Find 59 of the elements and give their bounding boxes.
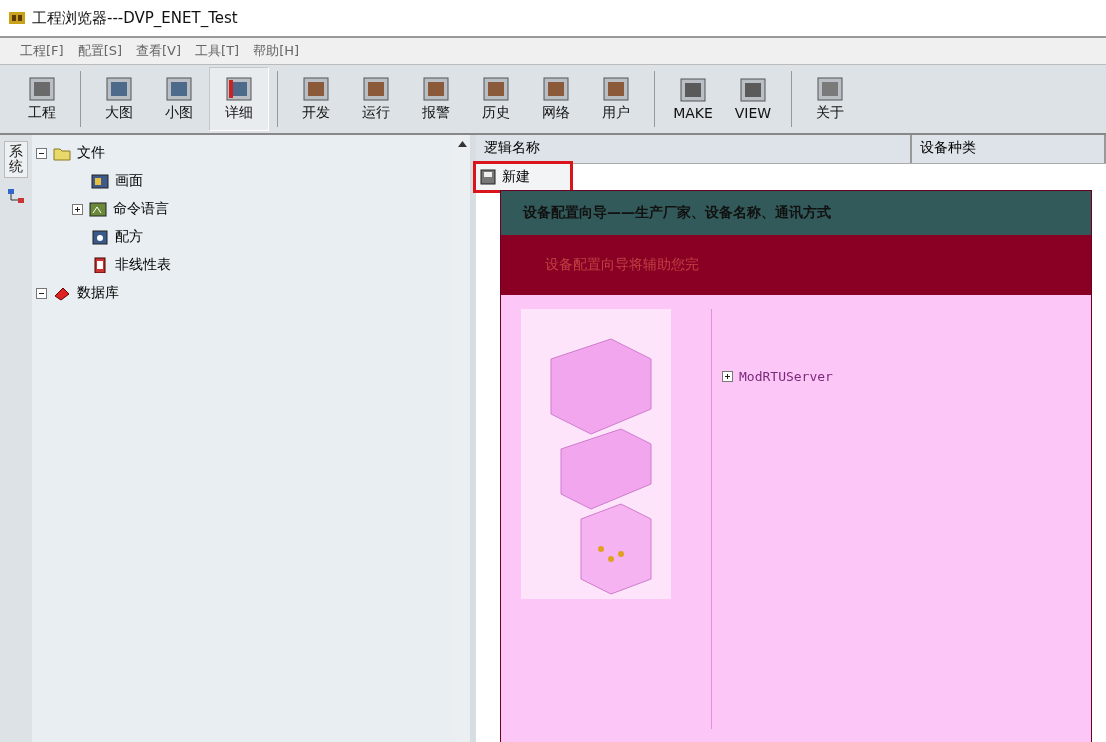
tile-icon (817, 76, 843, 101)
scroll-up-arrow-icon (457, 141, 467, 147)
command-icon (89, 201, 107, 217)
menu-item[interactable]: 工具[T] (195, 42, 240, 60)
dialog-title: 设备配置向导——生产厂家、设备名称、通讯方式 (523, 204, 831, 222)
menu-item[interactable]: 帮助[H] (253, 42, 300, 60)
toolbar-button[interactable]: MAKE (663, 67, 723, 131)
list-row[interactable]: 新建 (476, 164, 570, 190)
recipe-icon (91, 229, 109, 245)
network-icon (7, 187, 25, 204)
window-title: 工程浏览器---DVP_ENET_Test (32, 8, 238, 28)
tree-item[interactable]: 数据库 (77, 284, 119, 302)
menu-item[interactable]: 工程[F] (20, 42, 64, 60)
toolbar-button[interactable]: 网络 (526, 67, 586, 131)
toolbar-button[interactable]: 小图 (149, 67, 209, 131)
tile-icon (680, 77, 706, 102)
tree-item[interactable]: ModRTUServer (739, 369, 833, 384)
tree-item[interactable]: 命令语言 (113, 200, 169, 218)
column-header[interactable]: 设备种类 (912, 135, 1106, 163)
tile-icon (363, 76, 389, 101)
tree-item[interactable]: 文件 (77, 144, 105, 162)
toolbar-button[interactable]: 运行 (346, 67, 406, 131)
toolbar-button[interactable]: 历史 (466, 67, 526, 131)
tile-icon (226, 76, 252, 101)
collapse-icon[interactable] (36, 147, 47, 159)
table-icon (91, 257, 109, 273)
tile-icon (106, 76, 132, 101)
toolbar-button[interactable]: 报警 (406, 67, 466, 131)
tile-icon (303, 76, 329, 101)
toolbar-button[interactable]: VIEW (723, 67, 783, 131)
tile-icon (423, 76, 449, 101)
tile-icon (483, 76, 509, 101)
intro-text: 设备配置向导将辅助您完 (501, 235, 1091, 295)
tile-icon (543, 76, 569, 101)
scrollbar[interactable] (454, 135, 470, 742)
toolbar-button[interactable]: 详细 (209, 67, 269, 131)
side-tab[interactable]: 系统 (4, 141, 28, 178)
app-icon (8, 10, 26, 26)
toolbar-button[interactable]: 大图 (89, 67, 149, 131)
tile-icon (603, 76, 629, 101)
tile-icon (166, 76, 192, 101)
tile-icon (29, 76, 55, 101)
tree-item[interactable]: 配方 (115, 228, 143, 246)
menu-item[interactable]: 查看[V] (136, 42, 182, 60)
expand-icon[interactable] (72, 203, 83, 215)
expand-icon[interactable] (722, 371, 733, 382)
toolbar-button[interactable]: 工程 (12, 67, 72, 131)
menu-item[interactable]: 配置[S] (77, 42, 123, 60)
database-icon (53, 285, 71, 301)
folder-icon (53, 145, 71, 161)
toolbar-button[interactable]: 开发 (286, 67, 346, 131)
tree-item[interactable]: 非线性表 (115, 256, 171, 274)
tree-item[interactable]: 画面 (115, 172, 143, 190)
tile-icon (740, 77, 766, 102)
screen-icon (91, 173, 109, 189)
toolbar-button[interactable]: 用户 (586, 67, 646, 131)
document-icon (480, 169, 498, 185)
toolbar-button[interactable]: 关于 (800, 67, 860, 131)
collapse-icon[interactable] (36, 287, 47, 299)
